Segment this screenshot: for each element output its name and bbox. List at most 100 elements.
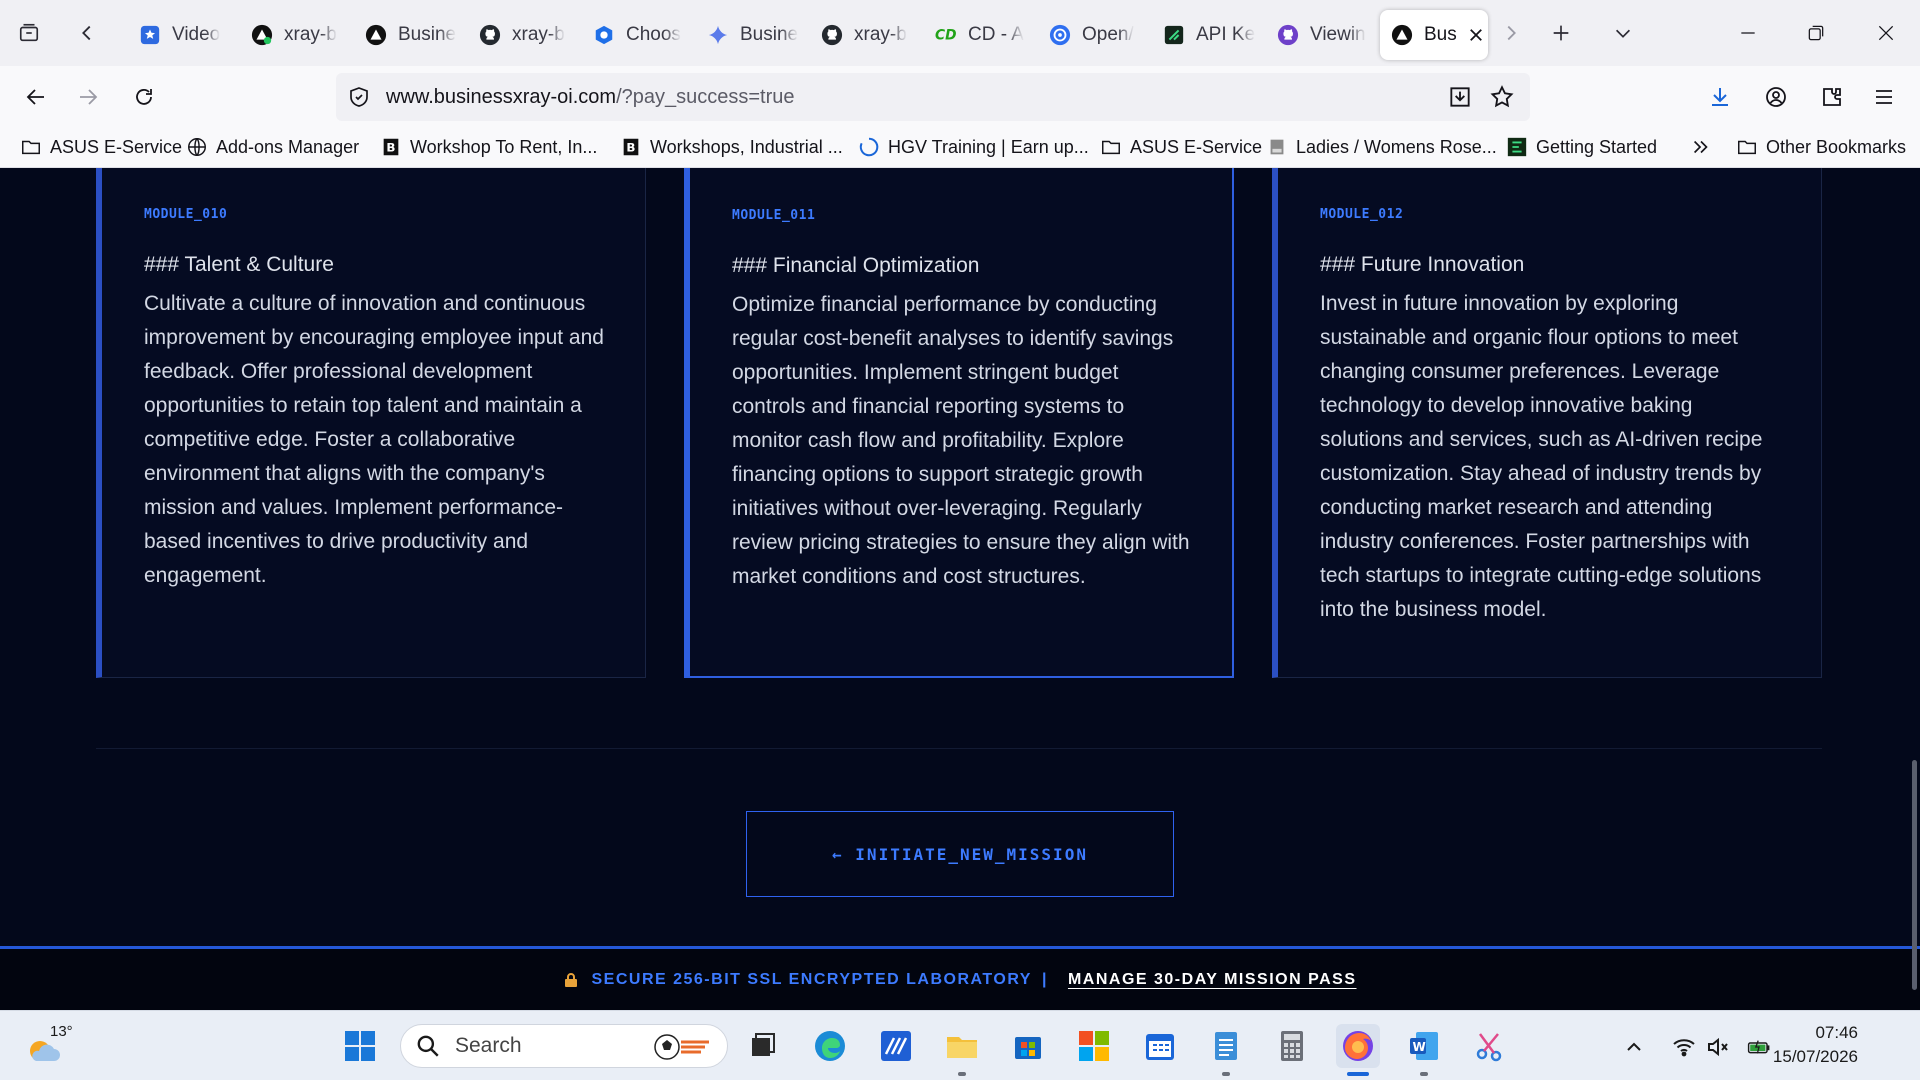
mathtype-app-icon[interactable] [874, 1024, 918, 1068]
tab-label: Viewin [1310, 24, 1366, 45]
tab-label: Video [172, 24, 221, 45]
bookmark-item[interactable]: B Workshops, Industrial ... [620, 128, 843, 166]
module-id: MODULE_012 [1320, 207, 1404, 222]
triangle-logo-icon [250, 23, 274, 47]
browser-tab[interactable]: Video [128, 10, 232, 60]
start-windows-icon[interactable] [338, 1024, 382, 1068]
bookmark-item[interactable]: Getting Started [1506, 128, 1657, 166]
bookmark-label: Add-ons Manager [216, 136, 360, 157]
restore-window-icon[interactable] [1782, 0, 1850, 66]
file-explorer-icon[interactable] [940, 1024, 984, 1076]
task-view-icon[interactable] [740, 1024, 784, 1068]
browser-tab[interactable]: API Ke [1152, 10, 1256, 60]
scrollbar-thumb[interactable] [1912, 760, 1917, 990]
url-text[interactable]: www.businessxray-oi.com/?pay_success=tru… [386, 86, 795, 109]
bookmark-label: Other Bookmarks [1766, 136, 1907, 157]
search-icon [417, 1035, 439, 1057]
firefox-browser-icon[interactable] [1336, 1024, 1380, 1076]
battery-charging-icon[interactable] [1742, 1033, 1776, 1061]
bookmark-item[interactable]: HGV Training | Earn up... [858, 128, 1089, 166]
module-title: ### Future Innovation [1320, 253, 1525, 276]
list-all-tabs-icon[interactable] [1604, 14, 1642, 52]
save-to-pocket-icon[interactable] [1444, 81, 1476, 113]
more-bookmarks-chevron-icon[interactable] [1690, 128, 1720, 166]
tracking-shield-icon[interactable] [346, 84, 372, 110]
tab-label: xray-b [284, 24, 337, 45]
initiate-new-mission-button[interactable]: ← INITIATE_NEW_MISSION [746, 811, 1174, 897]
taskbar-search-box[interactable]: Search [400, 1024, 728, 1068]
bookmark-item[interactable]: ASUS E-Service [1100, 128, 1262, 166]
reload-icon[interactable] [124, 77, 164, 117]
running-indicator [1222, 1072, 1230, 1076]
scroll-tabs-left-icon[interactable] [68, 14, 106, 52]
github-icon [820, 23, 844, 47]
bookmark-star-icon[interactable] [1486, 81, 1518, 113]
edge-browser-icon[interactable] [808, 1024, 852, 1068]
bookmark-label: Workshops, Industrial ... [650, 136, 843, 157]
openai-icon [1048, 23, 1072, 47]
forward-arrow-icon[interactable] [68, 77, 108, 117]
microsoft-word-icon[interactable]: W [1402, 1024, 1446, 1076]
page-scrollbar[interactable] [1908, 168, 1920, 1010]
new-tab-icon[interactable] [1542, 14, 1580, 52]
calculator-icon[interactable] [1270, 1024, 1314, 1068]
browser-tab[interactable]: Busine [354, 10, 458, 60]
browser-tab[interactable]: xray-b [240, 10, 344, 60]
weather-temperature: 13° [50, 1023, 73, 1040]
account-icon[interactable] [1756, 77, 1796, 117]
footer-separator: | [1041, 970, 1048, 988]
browser-tab[interactable]: Open/ [1038, 10, 1142, 60]
extensions-icon[interactable] [1812, 77, 1852, 117]
snipping-tool-icon[interactable] [1468, 1024, 1512, 1068]
loading-ring-icon [858, 136, 880, 158]
speaker-muted-icon[interactable] [1704, 1033, 1732, 1061]
browser-tab[interactable]: xray-b [810, 10, 914, 60]
back-arrow-icon[interactable] [16, 77, 56, 117]
app-menu-icon[interactable] [1864, 77, 1904, 117]
module-title: ### Financial Optimization [732, 254, 980, 277]
module-body: Cultivate a culture of innovation and co… [144, 292, 604, 587]
folder-icon [1100, 136, 1122, 158]
scroll-tabs-right-icon[interactable] [1492, 14, 1530, 52]
bookmarks-toolbar: ASUS E-Service Add-ons Manager B Worksho… [0, 128, 1920, 168]
close-tab-icon[interactable] [1465, 24, 1487, 46]
tab-label: Busine [398, 24, 457, 45]
tab-overview-icon[interactable] [10, 14, 48, 52]
gear-star-icon [138, 23, 162, 47]
bookmark-label: Ladies / Womens Rose... [1296, 136, 1497, 157]
bookmark-item[interactable]: Other Bookmarks [1736, 128, 1906, 166]
bookmark-item[interactable]: B Workshop To Rent, In... [380, 128, 597, 166]
notepad-icon[interactable] [1204, 1024, 1248, 1076]
running-indicator [958, 1072, 966, 1076]
module-title: ### Talent & Culture [144, 253, 334, 276]
browser-tab-active[interactable]: Bus [1380, 10, 1488, 60]
microsoft-store-icon[interactable] [1006, 1024, 1050, 1068]
browser-tab[interactable]: Choos [582, 10, 686, 60]
web-page: MODULE_010 ### Talent & Culture Cultivat… [0, 168, 1920, 1010]
downloads-icon[interactable] [1700, 77, 1740, 117]
url-bar[interactable]: www.businessxray-oi.com/?pay_success=tru… [336, 73, 1530, 121]
tab-label: Open/ [1082, 24, 1134, 45]
taskbar-clock[interactable]: 07:46 15/07/2026 [1773, 1021, 1858, 1069]
folder-icon [20, 136, 42, 158]
close-window-icon[interactable] [1852, 0, 1920, 66]
bookmark-item[interactable]: Ladies / Womens Rose... [1266, 128, 1497, 166]
browser-tab[interactable]: Busine [696, 10, 800, 60]
bookmark-item[interactable]: Add-ons Manager [186, 128, 359, 166]
browser-tab[interactable]: CD CD - A [924, 10, 1028, 60]
navigation-bar: www.businessxray-oi.com/?pay_success=tru… [0, 66, 1920, 128]
browser-tab[interactable]: xray-b [468, 10, 572, 60]
url-path: /?pay_success=true [616, 85, 795, 108]
minimize-window-icon[interactable] [1714, 0, 1782, 66]
section-divider [96, 748, 1822, 749]
weather-widget[interactable]: 13° [24, 1023, 74, 1071]
b-logo-icon: B [620, 136, 642, 158]
calendar-app-icon[interactable] [1138, 1024, 1182, 1068]
wifi-icon[interactable] [1670, 1033, 1698, 1061]
show-hidden-icons-chevron-icon[interactable] [1620, 1033, 1648, 1061]
browser-tab[interactable]: Viewin [1266, 10, 1370, 60]
module-card: MODULE_010 ### Talent & Culture Cultivat… [96, 168, 646, 678]
manage-mission-pass-link[interactable]: MANAGE 30-DAY MISSION PASS [1068, 971, 1357, 989]
bookmark-item[interactable]: ASUS E-Service [20, 128, 182, 166]
microsoft-365-icon[interactable] [1072, 1024, 1116, 1068]
